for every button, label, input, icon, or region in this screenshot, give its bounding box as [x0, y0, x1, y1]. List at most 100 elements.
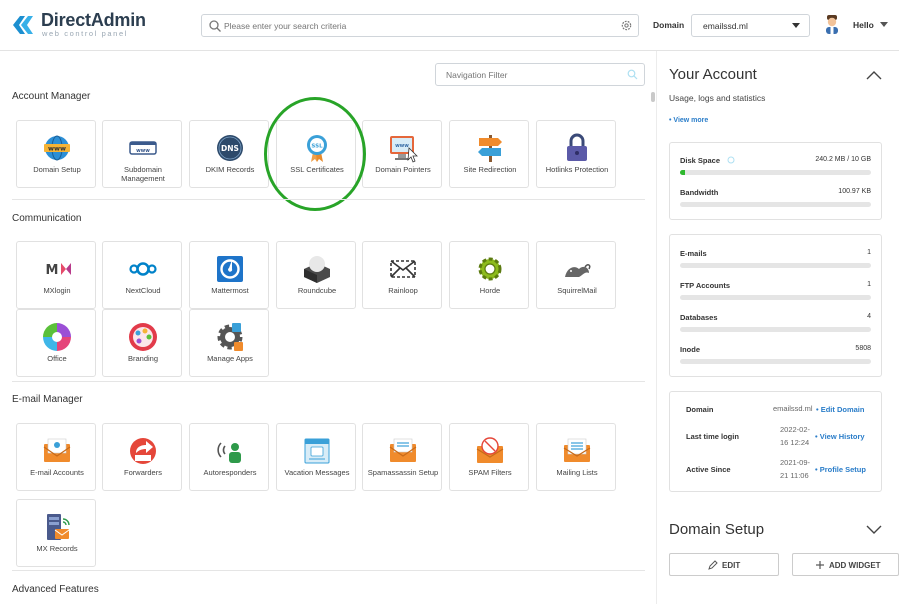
tile-mailing-lists[interactable]: Mailing Lists: [536, 423, 616, 491]
view-more-link[interactable]: • View more: [669, 117, 708, 124]
tile-office[interactable]: Office: [16, 309, 96, 377]
tile-label: Office: [47, 354, 67, 363]
tile-mattermost[interactable]: Mattermost: [189, 241, 269, 309]
tile-horde[interactable]: Horde: [449, 241, 529, 309]
tile-vacation-messages[interactable]: Vacation Messages: [276, 423, 356, 491]
branding-palette-icon: [129, 323, 157, 351]
domain-info-value: emailssd.ml: [773, 404, 813, 413]
tile-label: NextCloud: [125, 286, 161, 295]
edit-domain-link[interactable]: • Edit Domain: [816, 405, 864, 414]
navigation-filter-input[interactable]: [446, 67, 616, 82]
account-info-card: Domain emailssd.ml • Edit Domain Last ti…: [669, 391, 882, 492]
ssl-highlight-circle: [264, 97, 366, 211]
svg-text:M: M: [46, 263, 59, 278]
section-title-email-manager: E-mail Manager: [12, 394, 83, 405]
logo-subtitle: web control panel: [42, 29, 128, 38]
navigation-filter[interactable]: [435, 63, 645, 86]
active-since-label: Active Since: [686, 465, 731, 474]
forwarders-icon: [130, 438, 156, 464]
tile-label: E-mail Accounts: [30, 468, 84, 477]
edit-button[interactable]: EDIT: [669, 553, 779, 576]
search-icon: [209, 20, 221, 32]
section-divider: [12, 570, 645, 571]
tile-domain-pointers[interactable]: www Domain Pointers: [362, 120, 442, 188]
search-input[interactable]: [224, 17, 614, 34]
squirrelmail-icon: [565, 264, 591, 277]
domain-select-value: emailssd.ml: [703, 21, 748, 31]
scrollbar[interactable]: [651, 92, 655, 102]
tile-label: Forwarders: [124, 468, 162, 477]
tile-site-redirection[interactable]: Site Redirection: [449, 120, 529, 188]
vacation-messages-icon: [304, 438, 330, 464]
bandwidth-value: 100.97 KB: [838, 188, 871, 195]
tile-label: Domain Setup: [33, 165, 81, 174]
user-menu-caret-icon[interactable]: [880, 22, 888, 27]
bandwidth-bar: [680, 202, 871, 207]
filter-search-icon: [627, 69, 638, 80]
databases-label: Databases: [680, 313, 718, 322]
tile-label: Branding: [127, 354, 159, 363]
chevron-up-icon[interactable]: [866, 70, 882, 80]
domain-select[interactable]: emailssd.ml: [691, 14, 810, 37]
tile-label: Mattermost: [211, 286, 249, 295]
profile-setup-link[interactable]: • Profile Setup: [815, 465, 866, 474]
top-header: DirectAdmin web control panel Domain ema…: [0, 0, 899, 51]
spam-filter-icon: [476, 437, 504, 463]
ftp-accounts-label: FTP Accounts: [680, 281, 731, 290]
view-history-link[interactable]: • View History: [815, 432, 865, 441]
gear-icon[interactable]: [620, 19, 633, 32]
tile-hotlinks-protection[interactable]: Hotlinks Protection: [536, 120, 616, 188]
emails-label: E-mails: [680, 249, 707, 258]
user-menu-label[interactable]: Hello: [853, 20, 874, 30]
ftp-accounts-bar: [680, 295, 871, 300]
tile-manage-apps[interactable]: Manage Apps: [189, 309, 269, 377]
disk-space-bar: [680, 170, 871, 175]
dns-globe-icon: DNS: [217, 135, 243, 161]
tile-label: Horde: [479, 286, 501, 295]
tile-spamassassin-setup[interactable]: Spamassassin Setup: [362, 423, 442, 491]
domain-info-label: Domain: [686, 405, 714, 414]
chevron-down-icon[interactable]: [866, 525, 882, 535]
tile-spam-filters[interactable]: SPAM Filters: [449, 423, 529, 491]
email-accounts-icon: [43, 438, 71, 462]
section-title-advanced-features: Advanced Features: [12, 584, 99, 595]
tile-subdomain-management[interactable]: www Subdomain Management: [102, 120, 182, 188]
tile-mxlogin[interactable]: M MXlogin: [16, 241, 96, 309]
tile-autoresponders[interactable]: Autoresponders: [189, 423, 269, 491]
svg-text:www: www: [395, 143, 409, 149]
pencil-icon: [708, 560, 718, 570]
tile-dkim-records[interactable]: DNS DKIM Records: [189, 120, 269, 188]
directadmin-logo[interactable]: DirectAdmin web control panel: [11, 10, 146, 40]
tile-squirrelmail[interactable]: SquirrelMail: [536, 241, 616, 309]
domain-pointer-icon: www: [390, 136, 418, 163]
svg-text:www: www: [136, 148, 150, 154]
add-widget-button[interactable]: ADD WIDGET: [792, 553, 899, 576]
nextcloud-icon: [129, 262, 157, 276]
tile-roundcube[interactable]: Roundcube: [276, 241, 356, 309]
usage-card: Disk Space 240.2 MB / 10 GB Bandwidth 10…: [669, 142, 882, 220]
tile-branding[interactable]: Branding: [102, 309, 182, 377]
roundcube-icon: [304, 256, 330, 283]
plus-icon: [816, 561, 824, 569]
tile-domain-setup[interactable]: www Domain Setup: [16, 120, 96, 188]
tile-label: MX Records: [36, 544, 78, 553]
tile-email-accounts[interactable]: E-mail Accounts: [16, 423, 96, 491]
databases-value: 4: [867, 313, 871, 320]
section-title-communication: Communication: [12, 213, 82, 224]
tile-nextcloud[interactable]: NextCloud: [102, 241, 182, 309]
tile-mx-records[interactable]: MX Records: [16, 499, 96, 567]
tile-label: Mailing Lists: [556, 468, 598, 477]
tile-label: Spamassassin Setup: [367, 468, 439, 477]
emails-bar: [680, 263, 871, 268]
disk-space-label: Disk Space: [680, 156, 721, 165]
inode-label: Inode: [680, 345, 700, 354]
inode-value: 5808: [855, 345, 871, 352]
global-search[interactable]: [201, 14, 639, 37]
spamassassin-icon: [389, 438, 417, 462]
tile-rainloop[interactable]: Rainloop: [362, 241, 442, 309]
tile-forwarders[interactable]: Forwarders: [102, 423, 182, 491]
avatar[interactable]: [823, 14, 841, 34]
svg-text:DNS: DNS: [221, 144, 239, 153]
directadmin-logo-icon: [13, 16, 33, 34]
refresh-icon[interactable]: [727, 156, 735, 164]
